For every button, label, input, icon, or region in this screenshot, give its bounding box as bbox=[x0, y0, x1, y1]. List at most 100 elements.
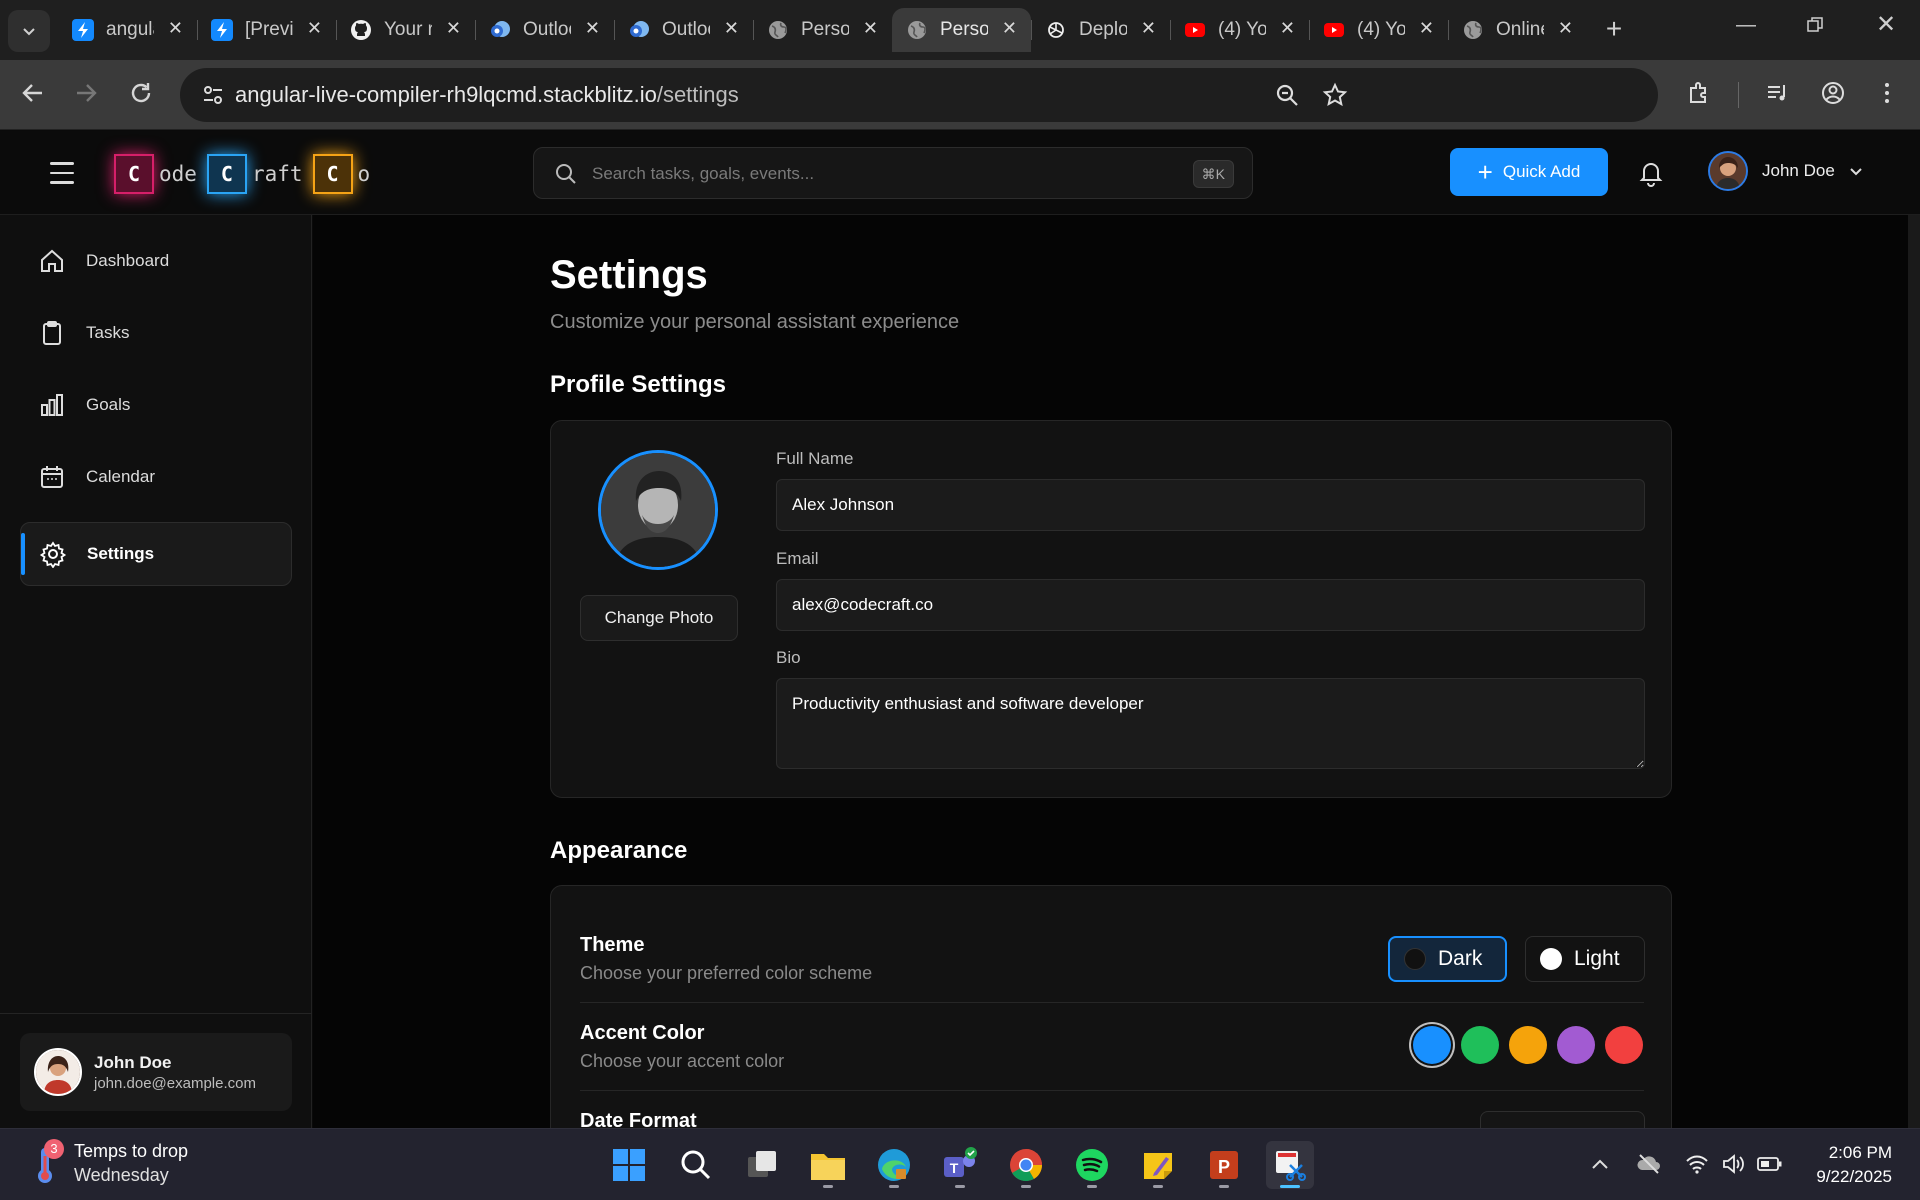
change-photo-button[interactable]: Change Photo bbox=[580, 595, 738, 641]
browser-tab[interactable]: Outlook ✕ bbox=[614, 8, 753, 52]
site-info-icon[interactable] bbox=[200, 82, 226, 108]
bell-icon[interactable] bbox=[1638, 159, 1664, 187]
browser-tab[interactable]: Deploy ✕ bbox=[1031, 8, 1170, 52]
global-search[interactable]: ⌘K bbox=[533, 147, 1253, 199]
onedrive-icon[interactable] bbox=[1636, 1153, 1662, 1175]
theme-light-button[interactable]: Light bbox=[1525, 936, 1645, 982]
bookmark-star-icon[interactable] bbox=[1322, 82, 1348, 108]
system-clock[interactable]: 2:06 PM 9/22/2025 bbox=[1786, 1141, 1892, 1189]
sidebar-user-card[interactable]: John Doe john.doe@example.com bbox=[20, 1033, 292, 1111]
page-scrollbar[interactable] bbox=[1908, 215, 1920, 1128]
chevron-down-icon bbox=[23, 28, 35, 36]
zoom-icon[interactable] bbox=[1274, 82, 1300, 108]
browser-tab[interactable]: Your repositories ✕ bbox=[336, 8, 475, 52]
taskbar-teams[interactable]: T bbox=[936, 1141, 984, 1189]
close-tab-icon[interactable]: ✕ bbox=[1141, 18, 1156, 39]
weather-badge: 3 bbox=[44, 1139, 64, 1159]
close-tab-icon[interactable]: ✕ bbox=[307, 18, 322, 39]
youtube-icon bbox=[1323, 19, 1345, 41]
kebab-menu-icon[interactable] bbox=[1874, 80, 1900, 106]
tab-strip: angular-live-compiler✕[Preview]✕Your rep… bbox=[58, 8, 1587, 52]
wifi-icon[interactable] bbox=[1685, 1153, 1709, 1175]
minimize-icon[interactable]: — bbox=[1736, 14, 1756, 37]
close-tab-icon[interactable]: ✕ bbox=[1280, 18, 1295, 39]
taskbar-edge[interactable] bbox=[870, 1141, 918, 1189]
browser-tab[interactable]: Online ✕ bbox=[1448, 8, 1587, 52]
codecraft-logo[interactable]: C ode C raft C o bbox=[114, 154, 374, 194]
weather-widget[interactable]: 3 Temps to drop Wednesday bbox=[30, 1139, 188, 1186]
full-name-field[interactable] bbox=[776, 479, 1645, 531]
sidebar-item-dashboard[interactable]: Dashboard bbox=[20, 229, 292, 293]
back-icon[interactable] bbox=[20, 80, 46, 113]
accent-swatch-purple[interactable] bbox=[1557, 1026, 1595, 1064]
close-tab-icon[interactable]: ✕ bbox=[724, 18, 739, 39]
search-input[interactable] bbox=[592, 160, 1152, 188]
start-button[interactable] bbox=[605, 1141, 653, 1189]
omnibox[interactable]: angular-live-compiler-rh9lqcmd.stackblit… bbox=[180, 68, 1658, 122]
taskbar-snipping-tool[interactable] bbox=[1266, 1141, 1314, 1189]
sidebar-item-tasks[interactable]: Tasks bbox=[20, 301, 292, 365]
email-field[interactable] bbox=[776, 579, 1645, 631]
theme-dark-button[interactable]: Dark bbox=[1388, 936, 1507, 982]
tab-title: Your repositories bbox=[384, 19, 432, 40]
appearance-section-title: Appearance bbox=[550, 837, 688, 864]
profile-icon[interactable] bbox=[1820, 80, 1846, 106]
logo-letter-box: C bbox=[312, 154, 353, 194]
url-text[interactable]: angular-live-compiler-rh9lqcmd.stackblit… bbox=[235, 82, 739, 108]
close-tab-icon[interactable]: ✕ bbox=[1419, 18, 1434, 39]
tab-title: [Preview] bbox=[245, 19, 293, 40]
accent-swatch-orange[interactable] bbox=[1509, 1026, 1547, 1064]
close-tab-icon[interactable]: ✕ bbox=[168, 18, 183, 39]
browser-tab[interactable]: [Preview] ✕ bbox=[197, 8, 336, 52]
reload-icon[interactable] bbox=[128, 80, 154, 113]
close-tab-icon[interactable]: ✕ bbox=[1558, 18, 1573, 39]
show-hidden-icons-chevron-up-icon[interactable] bbox=[1590, 1156, 1610, 1172]
bio-label: Bio bbox=[776, 648, 801, 667]
browser-tab[interactable]: (4) YouTube ✕ bbox=[1170, 8, 1309, 52]
sidebar-item-calendar[interactable]: Calendar bbox=[20, 445, 292, 509]
sidebar: Dashboard Tasks Goals Calendar Settings … bbox=[0, 215, 312, 1128]
accent-swatch-blue[interactable] bbox=[1413, 1026, 1451, 1064]
browser-tab[interactable]: Outlook ✕ bbox=[475, 8, 614, 52]
user-menu[interactable]: John Doe bbox=[1708, 151, 1863, 191]
bio-field[interactable]: Productivity enthusiast and software dev… bbox=[776, 678, 1645, 769]
accent-swatch-green[interactable] bbox=[1461, 1026, 1499, 1064]
hamburger-menu-icon[interactable] bbox=[50, 162, 74, 191]
app-header: C ode C raft C o ⌘K + Quick Add John Doe bbox=[0, 131, 1920, 215]
browser-tab[interactable]: angular-live-compiler ✕ bbox=[58, 8, 197, 52]
close-tab-icon[interactable]: ✕ bbox=[585, 18, 600, 39]
browser-tab[interactable]: (4) YouTube ✕ bbox=[1309, 8, 1448, 52]
sidebar-item-goals[interactable]: Goals bbox=[20, 373, 292, 437]
taskbar-powerpoint[interactable]: P bbox=[1200, 1141, 1248, 1189]
battery-icon[interactable] bbox=[1757, 1155, 1783, 1173]
volume-icon[interactable] bbox=[1721, 1153, 1747, 1175]
avatar bbox=[34, 1048, 82, 1096]
browser-tab[interactable]: Personal ✕ bbox=[892, 8, 1031, 52]
accent-swatch-red[interactable] bbox=[1605, 1026, 1643, 1064]
close-window-icon[interactable]: ✕ bbox=[1876, 10, 1896, 39]
sidebar-item-settings[interactable]: Settings bbox=[20, 522, 292, 586]
browser-tab[interactable]: Personal ✕ bbox=[753, 8, 892, 52]
date-format-select[interactable] bbox=[1480, 1111, 1645, 1128]
quick-add-button[interactable]: + Quick Add bbox=[1450, 148, 1608, 196]
new-tab-button[interactable]: + bbox=[1598, 12, 1630, 48]
forward-icon[interactable] bbox=[73, 80, 99, 113]
sidebar-divider bbox=[0, 1013, 312, 1014]
url-path: /settings bbox=[656, 82, 739, 107]
globe-icon bbox=[767, 19, 789, 41]
taskbar-chrome[interactable] bbox=[1002, 1141, 1050, 1189]
taskbar-spotify[interactable] bbox=[1068, 1141, 1116, 1189]
browser-tab-bar: angular-live-compiler✕[Preview]✕Your rep… bbox=[0, 0, 1920, 60]
taskbar-search-button[interactable] bbox=[672, 1141, 720, 1189]
tab-search-button[interactable] bbox=[8, 10, 50, 52]
gear-icon bbox=[39, 541, 67, 568]
restore-icon[interactable] bbox=[1806, 16, 1824, 40]
media-control-icon[interactable] bbox=[1765, 80, 1791, 106]
close-tab-icon[interactable]: ✕ bbox=[446, 18, 461, 39]
task-view-button[interactable] bbox=[738, 1141, 786, 1189]
taskbar-sticky-notes[interactable] bbox=[1134, 1141, 1182, 1189]
extensions-icon[interactable] bbox=[1686, 80, 1712, 106]
taskbar-file-explorer[interactable] bbox=[804, 1141, 852, 1189]
close-tab-icon[interactable]: ✕ bbox=[863, 18, 878, 39]
close-tab-icon[interactable]: ✕ bbox=[1002, 18, 1017, 39]
